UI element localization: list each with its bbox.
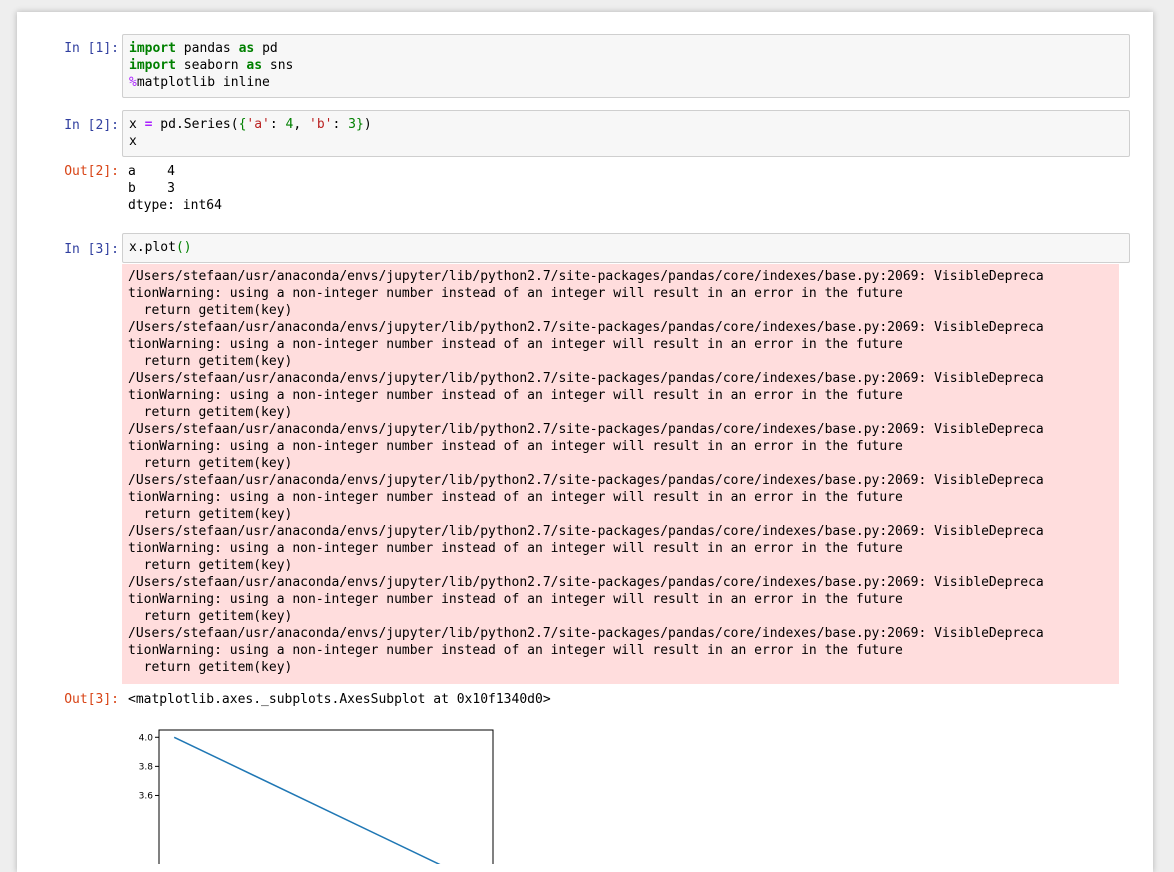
stderr-line: /Users/stefaan/usr/anaconda/envs/jupyter… — [128, 422, 1044, 437]
stderr-line: tionWarning: using a non-integer number … — [128, 592, 903, 607]
line-chart: 4.0 3.8 3.6 — [139, 729, 494, 864]
stderr-line: /Users/stefaan/usr/anaconda/envs/jupyter… — [128, 524, 1044, 539]
stderr-line: tionWarning: using a non-integer number … — [128, 286, 903, 301]
stderr-line: return getitem(key) — [128, 507, 293, 522]
stderr-line: /Users/stefaan/usr/anaconda/envs/jupyter… — [128, 626, 1044, 641]
code-token: 3 — [348, 117, 356, 132]
stderr-line: return getitem(key) — [128, 303, 293, 318]
notebook-container: In [1]: import pandas as pd import seabo… — [17, 12, 1153, 872]
stderr-line: return getitem(key) — [128, 558, 293, 573]
code-token: x.plot — [129, 240, 176, 255]
input-prompt: In [1]: — [64, 41, 119, 56]
code-token: , — [293, 117, 310, 132]
stderr-line: return getitem(key) — [128, 405, 293, 420]
code-token: sns — [269, 58, 294, 73]
output-prompt: Out[3]: — [64, 692, 119, 707]
stderr-line: /Users/stefaan/usr/anaconda/envs/jupyter… — [128, 575, 1044, 590]
input-prompt: In [2]: — [64, 118, 119, 133]
stderr-output: /Users/stefaan/usr/anaconda/envs/jupyter… — [122, 264, 1119, 684]
stderr-line: tionWarning: using a non-integer number … — [128, 388, 903, 403]
y-tick-label: 4.0 — [139, 733, 154, 743]
code-token: x — [129, 117, 145, 132]
stderr-line: return getitem(key) — [128, 609, 293, 624]
stderr-line: /Users/stefaan/usr/anaconda/envs/jupyter… — [128, 320, 1044, 335]
stderr-line: return getitem(key) — [128, 354, 293, 369]
output-prompt: Out[2]: — [64, 164, 119, 179]
code-token: 'a' — [246, 117, 270, 132]
stderr-line: /Users/stefaan/usr/anaconda/envs/jupyter… — [128, 269, 1044, 284]
code-token: import — [129, 41, 176, 56]
code-token: } — [356, 117, 364, 132]
code-token: () — [175, 240, 192, 255]
code-input[interactable]: import pandas as pd import seaborn as sn… — [122, 34, 1130, 98]
stderr-line: /Users/stefaan/usr/anaconda/envs/jupyter… — [128, 473, 1044, 488]
stderr-line: tionWarning: using a non-integer number … — [128, 337, 903, 352]
input-prompt: In [3]: — [64, 242, 119, 257]
stderr-line: tionWarning: using a non-integer number … — [128, 643, 903, 658]
y-tick-label: 3.6 — [139, 791, 154, 801]
code-token: : — [332, 117, 349, 132]
code-token: : — [269, 117, 286, 132]
y-tick-label: 3.8 — [139, 762, 154, 772]
code-input[interactable]: x.plot() — [122, 233, 1130, 263]
code-input[interactable]: x = pd.Series({'a': 4, 'b': 3}) x — [122, 110, 1130, 157]
code-token: pandas — [175, 41, 239, 56]
stderr-line: return getitem(key) — [128, 456, 293, 471]
stderr-line: /Users/stefaan/usr/anaconda/envs/jupyter… — [128, 371, 1044, 386]
code-token: pd — [262, 41, 278, 56]
stderr-line: tionWarning: using a non-integer number … — [128, 541, 903, 556]
code-token: % — [129, 75, 137, 90]
stderr-line: tionWarning: using a non-integer number … — [128, 439, 903, 454]
axes-frame — [158, 729, 494, 864]
code-token: 'b' — [309, 117, 333, 132]
code-token: pd.Series( — [152, 117, 239, 132]
stderr-line: return getitem(key) — [128, 660, 293, 675]
stderr-line: tionWarning: using a non-integer number … — [128, 490, 903, 505]
output-text: a 4 b 3 dtype: int64 — [128, 164, 222, 213]
series-line — [173, 736, 441, 864]
code-token: as — [238, 41, 255, 56]
output-text: <matplotlib.axes._subplots.AxesSubplot a… — [128, 692, 551, 707]
code-token: as — [246, 58, 263, 73]
code-token: import — [129, 58, 176, 73]
code-token: matplotlib inline — [136, 75, 270, 90]
code-token: seaborn — [175, 58, 247, 73]
